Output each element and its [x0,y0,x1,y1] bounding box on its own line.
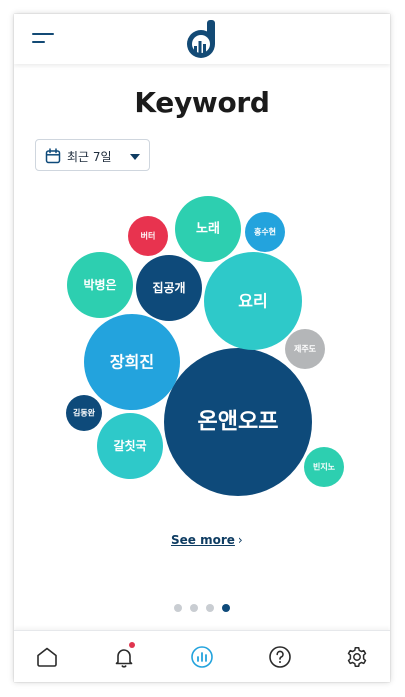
keyword-bubbles-svg: 온앤오프 요리장희진 노래갈칫국 박병은 집공개제주도빈지노 홍수현 버터김동완 [66,196,344,496]
nav-home[interactable] [35,645,59,669]
calendar-icon [45,148,61,164]
app-logo-d-icon[interactable] [185,19,219,59]
keyword-bubble-label: 홍수현 [254,227,276,237]
gear-icon [347,647,367,667]
home-icon [37,647,57,667]
date-range-select[interactable]: 최근 7일 [35,139,150,171]
nav-stats[interactable] [190,645,214,669]
keyword-bubble-label: 박병은 [83,277,116,292]
top-header [14,14,390,64]
nav-settings[interactable] [345,645,369,669]
bottom-navigation [14,630,390,682]
keyword-bubble-label: 장희진 [110,353,154,372]
page-title: Keyword [134,86,270,119]
see-more-label: See more [171,533,235,547]
pager-dot-active[interactable] [222,604,230,612]
keyword-bubble-label: 갈칫국 [113,438,146,453]
hamburger-menu-icon[interactable] [32,31,56,49]
chevron-right-icon: › [237,533,243,547]
keyword-bubble-label: 버터 [141,231,156,241]
nav-notifications[interactable] [112,642,136,669]
keyword-bubble-label: 제주도 [294,344,317,354]
keyword-bubble-label: 노래 [196,222,220,237]
pager-dot[interactable] [174,604,182,612]
date-range-label: 최근 7일 [67,150,112,164]
see-more-link[interactable]: See more › [171,533,243,547]
nav-help[interactable] [268,645,292,669]
keyword-bubble-label: 김동완 [73,408,96,418]
keyword-bubble-label: 집공개 [152,280,185,295]
pager-dot[interactable] [206,604,214,612]
question-icon [269,646,291,668]
keyword-bubble-chart: 온앤오프 요리장희진 노래갈칫국 박병은 집공개제주도빈지노 홍수현 버터김동완 [14,184,390,524]
app-frame: Keyword 최근 7일 온앤오프 요리장희진 노래갈칫국 박병은 집공개제주도빈지노… [14,14,390,682]
keyword-bubble-label: 빈지노 [313,462,336,472]
bar-chart-icon [191,646,213,668]
bell-icon [115,649,133,668]
pager-dot[interactable] [190,604,198,612]
keyword-bubble-label: 온앤오프 [198,410,279,435]
notification-badge [129,642,135,648]
keyword-bubble-label: 요리 [238,292,267,311]
caret-down-icon [130,154,140,160]
